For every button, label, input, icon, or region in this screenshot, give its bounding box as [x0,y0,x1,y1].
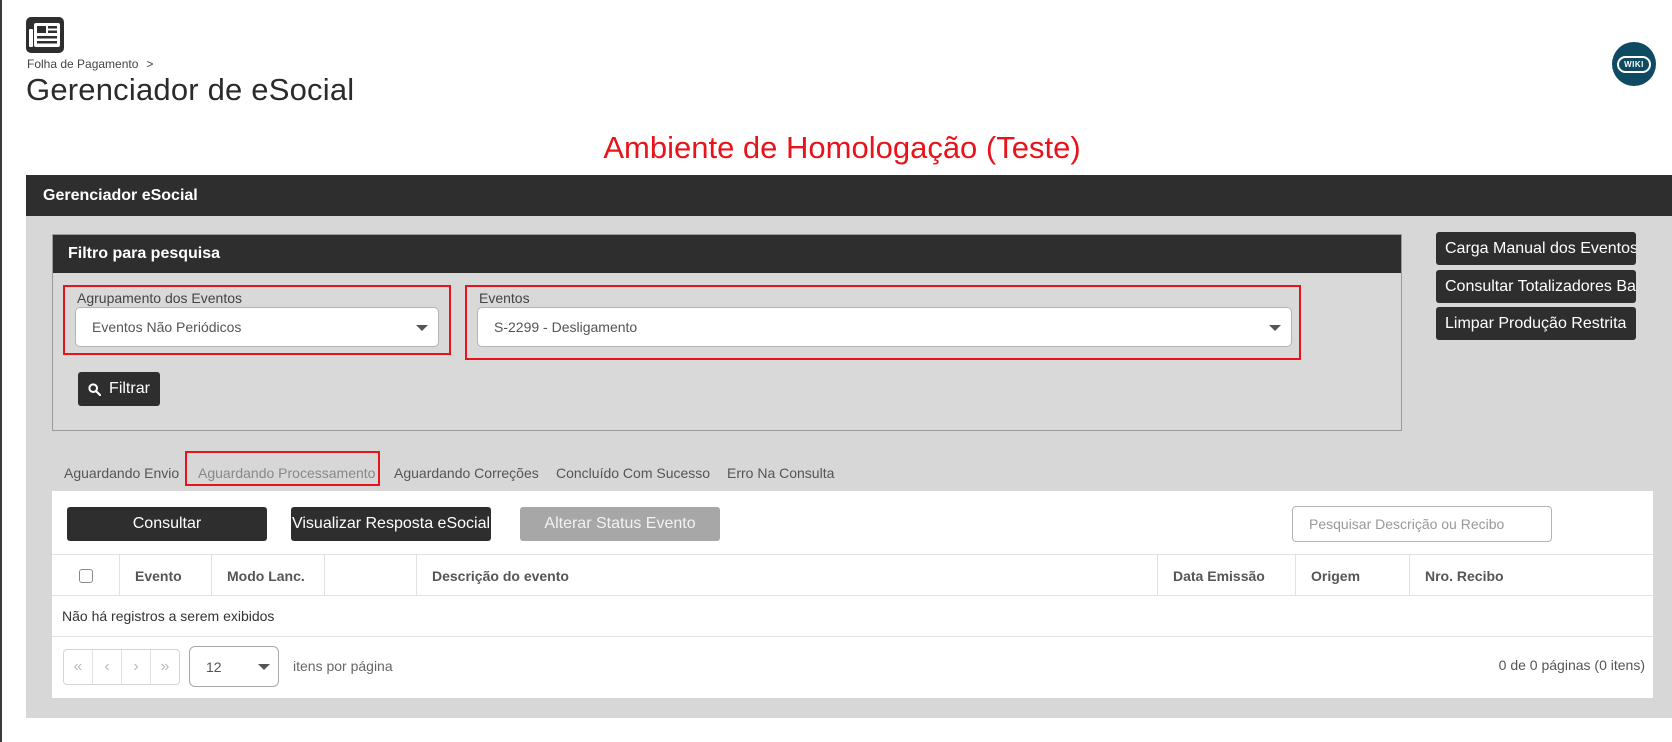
search-input[interactable]: Pesquisar Descrição ou Recibo [1292,506,1552,542]
events-select[interactable]: S-2299 - Desligamento [477,307,1292,347]
clear-restricted-button[interactable]: Limpar Produção Restrita [1436,307,1636,340]
page-size-value: 12 [206,658,222,675]
select-all-checkbox[interactable] [78,568,93,583]
search-icon [88,382,102,396]
status-tabs: Aguardando Envio Aguardando Processament… [52,451,1672,491]
column-blank [325,555,417,596]
table-header: Evento Modo Lanc. Descrição do evento Da… [52,554,1653,596]
column-data-emissao[interactable]: Data Emissão [1158,555,1296,596]
events-label: Eventos [479,290,530,306]
prev-page-button[interactable]: ‹ [93,650,122,684]
manual-load-label: Carga Manual dos Eventos [1445,239,1636,257]
wiki-label: WIKI [1617,55,1651,73]
tab-aguardando-correcoes[interactable]: Aguardando Correções [394,455,539,491]
empty-table-message: Não há registros a serem exibidos [52,596,1653,637]
newspaper-icon [26,17,64,53]
column-nro-recibo[interactable]: Nro. Recibo [1410,555,1653,596]
breadcrumb: Folha de Pagamento > [27,57,153,71]
last-page-button[interactable]: » [151,650,179,684]
totals-button[interactable]: Consultar Totalizadores Base [1436,270,1636,303]
page-size-select[interactable]: 12 [189,646,279,687]
filter-panel-header: Filtro para pesquisa [53,235,1401,273]
search-placeholder: Pesquisar Descrição ou Recibo [1309,516,1505,532]
column-modo-lanc[interactable]: Modo Lanc. [212,555,325,596]
select-all-cell [52,555,120,596]
clear-restricted-label: Limpar Produção Restrita [1445,314,1627,332]
grouping-select[interactable]: Eventos Não Periódicos [75,307,439,347]
first-page-button[interactable]: « [64,650,93,684]
tab-erro-consulta[interactable]: Erro Na Consulta [727,455,834,491]
environment-title: Ambiente de Homologação (Teste) [603,130,1081,165]
manual-load-button[interactable]: Carga Manual dos Eventos [1436,232,1636,265]
breadcrumb-item-folha[interactable]: Folha de Pagamento [27,57,138,71]
events-value: S-2299 - Desligamento [494,319,638,335]
view-response-button[interactable]: Visualizar Resposta eSocial [291,507,491,541]
filter-button-label: Filtrar [109,380,150,397]
chevron-down-icon [258,664,270,670]
main-panel-header: Gerenciador eSocial [26,175,1672,216]
window-left-border [0,0,2,742]
wiki-button[interactable]: WIKI [1612,42,1656,86]
column-descricao[interactable]: Descrição do evento [417,555,1158,596]
pager: « ‹ › » 12 itens por página 0 de 0 págin… [52,637,1653,697]
column-evento[interactable]: Evento [120,555,212,596]
breadcrumb-separator: > [146,57,154,71]
change-status-button[interactable]: Alterar Status Evento [520,507,720,541]
main-panel: Gerenciador eSocial Filtro para pesquisa… [26,175,1672,718]
grouping-value: Eventos Não Periódicos [92,319,242,335]
tab-content: Consultar Visualizar Resposta eSocial Al… [52,491,1653,698]
totals-label: Consultar Totalizadores Base [1445,277,1636,295]
active-tab-highlight [185,451,380,486]
grouping-field: Agrupamento dos Eventos Eventos Não Peri… [63,285,453,357]
items-per-page-label: itens por página [293,658,393,674]
filter-button[interactable]: Filtrar [78,372,160,406]
page-title: Gerenciador de eSocial [26,72,355,107]
events-field: Eventos S-2299 - Desligamento [465,285,1303,361]
chevron-down-icon [1269,325,1281,331]
tab-aguardando-envio[interactable]: Aguardando Envio [64,455,179,491]
page-info: 0 de 0 páginas (0 itens) [1498,657,1645,673]
next-page-button[interactable]: › [122,650,151,684]
events-table: Evento Modo Lanc. Descrição do evento Da… [52,554,1653,637]
chevron-down-icon [416,325,428,331]
tab-concluido[interactable]: Concluído Com Sucesso [556,455,710,491]
grouping-label: Agrupamento dos Eventos [77,290,242,306]
filter-panel: Filtro para pesquisa Agrupamento dos Eve… [52,234,1402,431]
consult-button[interactable]: Consultar [67,507,267,541]
column-origem[interactable]: Origem [1296,555,1410,596]
pager-nav: « ‹ › » [63,649,180,685]
